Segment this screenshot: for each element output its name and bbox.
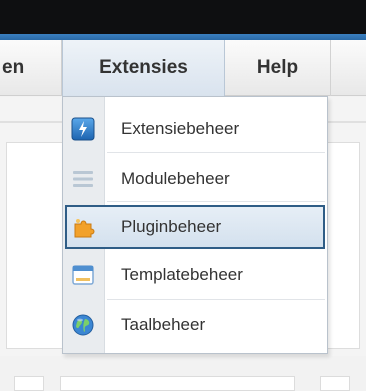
content-panel-left — [6, 142, 62, 349]
menu-item-components-partial[interactable]: en — [0, 40, 62, 96]
menu-item-help[interactable]: Help — [225, 40, 331, 96]
main-menubar: en Extensies Help — [0, 40, 366, 96]
module-lines-icon — [71, 167, 95, 191]
menu-item-label: Templatebeheer — [121, 265, 243, 284]
menu-item-label: Help — [256, 57, 299, 78]
plugin-puzzle-icon — [71, 215, 95, 239]
menu-item-modulebeheer[interactable]: Modulebeheer — [65, 157, 325, 201]
menu-item-label: Pluginbeheer — [121, 217, 222, 236]
bottom-box — [14, 376, 44, 391]
menu-separator — [107, 201, 325, 202]
menu-item-taalbeheer[interactable]: Taalbeheer — [65, 303, 325, 347]
menubar-empty-area — [331, 40, 366, 96]
template-window-icon — [71, 263, 95, 287]
menu-separator — [107, 152, 325, 153]
bottom-box — [60, 376, 295, 391]
menu-item-templatebeheer[interactable]: Templatebeheer — [65, 253, 325, 297]
menu-item-label: Taalbeheer — [121, 315, 206, 334]
top-header-bar — [0, 0, 366, 34]
menu-item-extensies[interactable]: Extensies — [62, 40, 225, 96]
extensies-dropdown-menu: Extensiebeheer Modulebeheer Pluginbeheer — [62, 96, 328, 354]
menu-item-label: Modulebeheer — [121, 169, 230, 188]
globe-icon — [71, 313, 95, 337]
menu-separator — [107, 299, 325, 300]
bottom-box — [320, 376, 350, 391]
menu-item-pluginbeheer[interactable]: Pluginbeheer — [65, 205, 325, 249]
menu-item-label: Extensiebeheer — [121, 119, 240, 138]
menu-item-label: en — [2, 57, 25, 78]
content-panel-right — [326, 142, 360, 349]
menu-item-extensiebeheer[interactable]: Extensiebeheer — [65, 107, 325, 151]
menu-item-label: Extensies — [99, 57, 188, 78]
lightning-icon — [71, 117, 95, 141]
